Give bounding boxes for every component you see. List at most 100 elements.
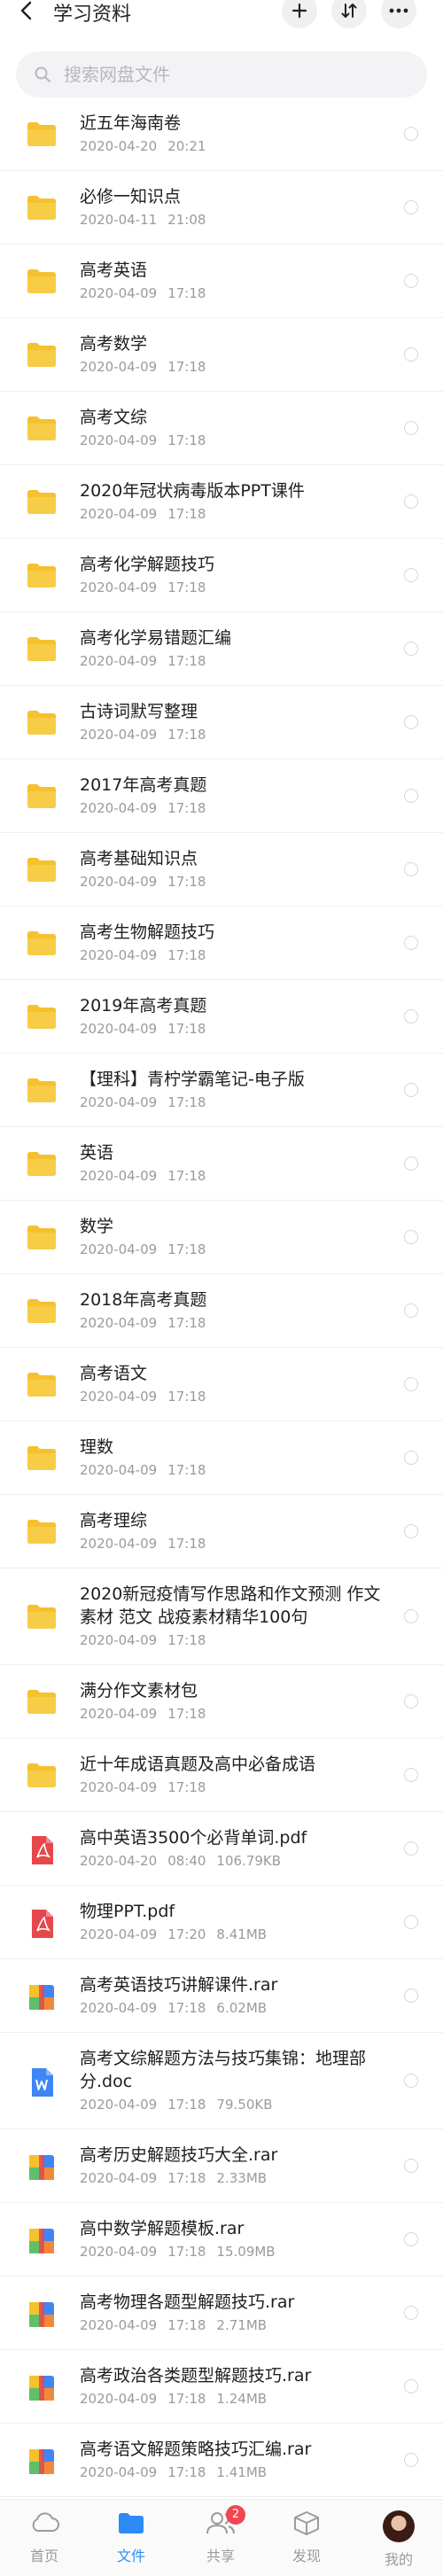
folder-row[interactable]: 数学 2020-04-09 17:18 bbox=[0, 1201, 443, 1274]
select-radio[interactable] bbox=[404, 127, 418, 141]
file-date: 2020-04-09 bbox=[80, 1168, 158, 1184]
file-row[interactable]: 高考英语技巧讲解课件.rar 2020-04-09 17:18 6.02MB bbox=[0, 1959, 443, 2033]
file-time: 17:18 bbox=[167, 2317, 206, 2333]
file-date: 2020-04-09 bbox=[80, 2097, 158, 2113]
select-radio[interactable] bbox=[404, 2379, 418, 2393]
file-time: 08:40 bbox=[167, 1853, 206, 1869]
tab-share[interactable]: 2 共享 bbox=[185, 2505, 256, 2565]
sort-button[interactable] bbox=[331, 0, 367, 28]
file-meta: 2020-04-09 17:18 2.71MB bbox=[80, 2315, 381, 2335]
folder-row[interactable]: 理数 2020-04-09 17:18 bbox=[0, 1421, 443, 1495]
share-badge: 2 bbox=[226, 2505, 245, 2525]
add-button[interactable] bbox=[282, 0, 317, 28]
file-name: 高考基础知识点 bbox=[80, 849, 198, 868]
folder-row[interactable]: 2017年高考真题 2020-04-09 17:18 bbox=[0, 759, 443, 833]
select-radio[interactable] bbox=[404, 1009, 418, 1023]
file-date: 2020-04-09 bbox=[80, 1779, 158, 1795]
more-button[interactable] bbox=[381, 0, 416, 28]
select-radio[interactable] bbox=[404, 568, 418, 582]
select-radio[interactable] bbox=[404, 1988, 418, 2003]
select-radio[interactable] bbox=[404, 2074, 418, 2088]
select-radio[interactable] bbox=[404, 715, 418, 729]
folder-row[interactable]: 高考英语 2020-04-09 17:18 bbox=[0, 245, 443, 318]
file-meta: 2020-04-09 17:18 bbox=[80, 504, 381, 524]
folder-row[interactable]: 近十年成语真题及高中必备成语 2020-04-09 17:18 bbox=[0, 1739, 443, 1812]
folder-row[interactable]: 高考文综 2020-04-09 17:18 bbox=[0, 392, 443, 465]
file-name: 2020年冠状病毒版本PPT课件 bbox=[80, 481, 305, 501]
file-row[interactable]: 高考物理各题型解题技巧.rar 2020-04-09 17:18 2.71MB bbox=[0, 2276, 443, 2350]
search-input[interactable] bbox=[62, 63, 402, 86]
file-name: 高考化学解题技巧 bbox=[80, 555, 215, 574]
file-row[interactable]: 物理PPT.pdf 2020-04-09 17:20 8.41MB bbox=[0, 1886, 443, 1959]
file-name: 高考语文解题策略技巧汇编.rar bbox=[80, 2440, 312, 2459]
select-radio[interactable] bbox=[404, 1156, 418, 1171]
select-radio[interactable] bbox=[404, 1451, 418, 1465]
folder-row[interactable]: 2019年高考真题 2020-04-09 17:18 bbox=[0, 980, 443, 1054]
select-radio[interactable] bbox=[404, 1841, 418, 1856]
folder-row[interactable]: 古诗词默写整理 2020-04-09 17:18 bbox=[0, 686, 443, 759]
folder-icon bbox=[27, 562, 57, 588]
tab-files[interactable]: 文件 bbox=[96, 2510, 167, 2565]
select-radio[interactable] bbox=[404, 936, 418, 950]
folder-row[interactable]: 高考化学易错题汇编 2020-04-09 17:18 bbox=[0, 612, 443, 686]
select-radio[interactable] bbox=[404, 421, 418, 435]
file-name: 高中数学解题模板.rar bbox=[80, 2219, 245, 2238]
folder-row[interactable]: 高考基础知识点 2020-04-09 17:18 bbox=[0, 833, 443, 907]
select-radio[interactable] bbox=[404, 2159, 418, 2173]
file-meta: 2020-04-09 17:18 bbox=[80, 1240, 381, 1259]
select-radio[interactable] bbox=[404, 1230, 418, 1244]
select-radio[interactable] bbox=[404, 1524, 418, 1538]
search-bar[interactable] bbox=[16, 51, 427, 97]
select-radio[interactable] bbox=[404, 1768, 418, 1782]
file-row[interactable]: 高考历史解题技巧大全.rar 2020-04-09 17:18 2.33MB bbox=[0, 2129, 443, 2203]
tab-mine[interactable]: 我的 bbox=[363, 2510, 434, 2569]
folder-row[interactable]: 近五年海南卷 2020-04-20 20:21 bbox=[0, 97, 443, 171]
file-row[interactable]: 高中数学解题模板.rar 2020-04-09 17:18 15.09MB bbox=[0, 2203, 443, 2276]
folder-row[interactable]: 英语 2020-04-09 17:18 bbox=[0, 1127, 443, 1201]
select-radio[interactable] bbox=[404, 2306, 418, 2320]
select-radio[interactable] bbox=[404, 2453, 418, 2467]
file-row[interactable]: 高中英语3500个必背单词.pdf 2020-04-20 08:40 106.79KB bbox=[0, 1812, 443, 1886]
select-radio[interactable] bbox=[404, 1377, 418, 1391]
select-radio[interactable] bbox=[404, 1694, 418, 1708]
select-radio[interactable] bbox=[404, 200, 418, 214]
folder-row[interactable]: 【理科】青柠学霸笔记-电子版 2020-04-09 17:18 bbox=[0, 1054, 443, 1127]
file-time: 17:18 bbox=[167, 2464, 206, 2480]
select-radio[interactable] bbox=[404, 274, 418, 288]
select-radio[interactable] bbox=[404, 789, 418, 803]
file-meta: 2020-04-09 17:18 bbox=[80, 1630, 381, 1650]
folder-row[interactable]: 满分作文素材包 2020-04-09 17:18 bbox=[0, 1665, 443, 1739]
select-radio[interactable] bbox=[404, 347, 418, 362]
file-row[interactable]: 高考政治各类题型解题技巧.rar 2020-04-09 17:18 1.24MB bbox=[0, 2350, 443, 2424]
folder-row[interactable]: 高考理综 2020-04-09 17:18 bbox=[0, 1495, 443, 1568]
file-name: 近五年海南卷 bbox=[80, 113, 182, 133]
folder-row[interactable]: 2020年冠状病毒版本PPT课件 2020-04-09 17:18 bbox=[0, 465, 443, 539]
select-radio[interactable] bbox=[404, 1304, 418, 1318]
select-radio[interactable] bbox=[404, 2232, 418, 2246]
file-date: 2020-04-09 bbox=[80, 359, 158, 375]
folder-row[interactable]: 必修一知识点 2020-04-11 21:08 bbox=[0, 171, 443, 245]
select-radio[interactable] bbox=[404, 1083, 418, 1097]
folder-row[interactable]: 高考数学 2020-04-09 17:18 bbox=[0, 318, 443, 392]
select-radio[interactable] bbox=[404, 1915, 418, 1929]
file-name: 高考政治各类题型解题技巧.rar bbox=[80, 2366, 312, 2385]
file-row[interactable]: 高考语文解题策略技巧汇编.rar 2020-04-09 17:18 1.41MB bbox=[0, 2424, 443, 2497]
select-radio[interactable] bbox=[404, 862, 418, 876]
select-radio[interactable] bbox=[404, 494, 418, 509]
folder-row[interactable]: 2018年高考真题 2020-04-09 17:18 bbox=[0, 1274, 443, 1348]
tab-home[interactable]: 首页 bbox=[9, 2510, 80, 2565]
file-row[interactable]: 高考文综解题方法与技巧集锦：地理部分.doc 2020-04-09 17:18 79.… bbox=[0, 2033, 443, 2129]
file-name: 古诗词默写整理 bbox=[80, 702, 198, 721]
select-radio[interactable] bbox=[404, 1609, 418, 1623]
tab-discover-label: 发现 bbox=[291, 2548, 321, 2564]
folder-row[interactable]: 2020新冠疫情写作思路和作文预测 作文素材 范文 战疫素材精华100句 2020… bbox=[0, 1568, 443, 1665]
back-button[interactable] bbox=[16, 0, 37, 21]
folder-row[interactable]: 高考化学解题技巧 2020-04-09 17:18 bbox=[0, 539, 443, 612]
folder-icon bbox=[27, 1603, 57, 1630]
folder-row[interactable]: 高考生物解题技巧 2020-04-09 17:18 bbox=[0, 907, 443, 980]
folder-row[interactable]: 高考语文 2020-04-09 17:18 bbox=[0, 1348, 443, 1421]
file-date: 2020-04-09 bbox=[80, 653, 158, 669]
file-size: 2.33MB bbox=[216, 2170, 268, 2186]
select-radio[interactable] bbox=[404, 642, 418, 656]
tab-discover[interactable]: 发现 bbox=[271, 2510, 342, 2565]
